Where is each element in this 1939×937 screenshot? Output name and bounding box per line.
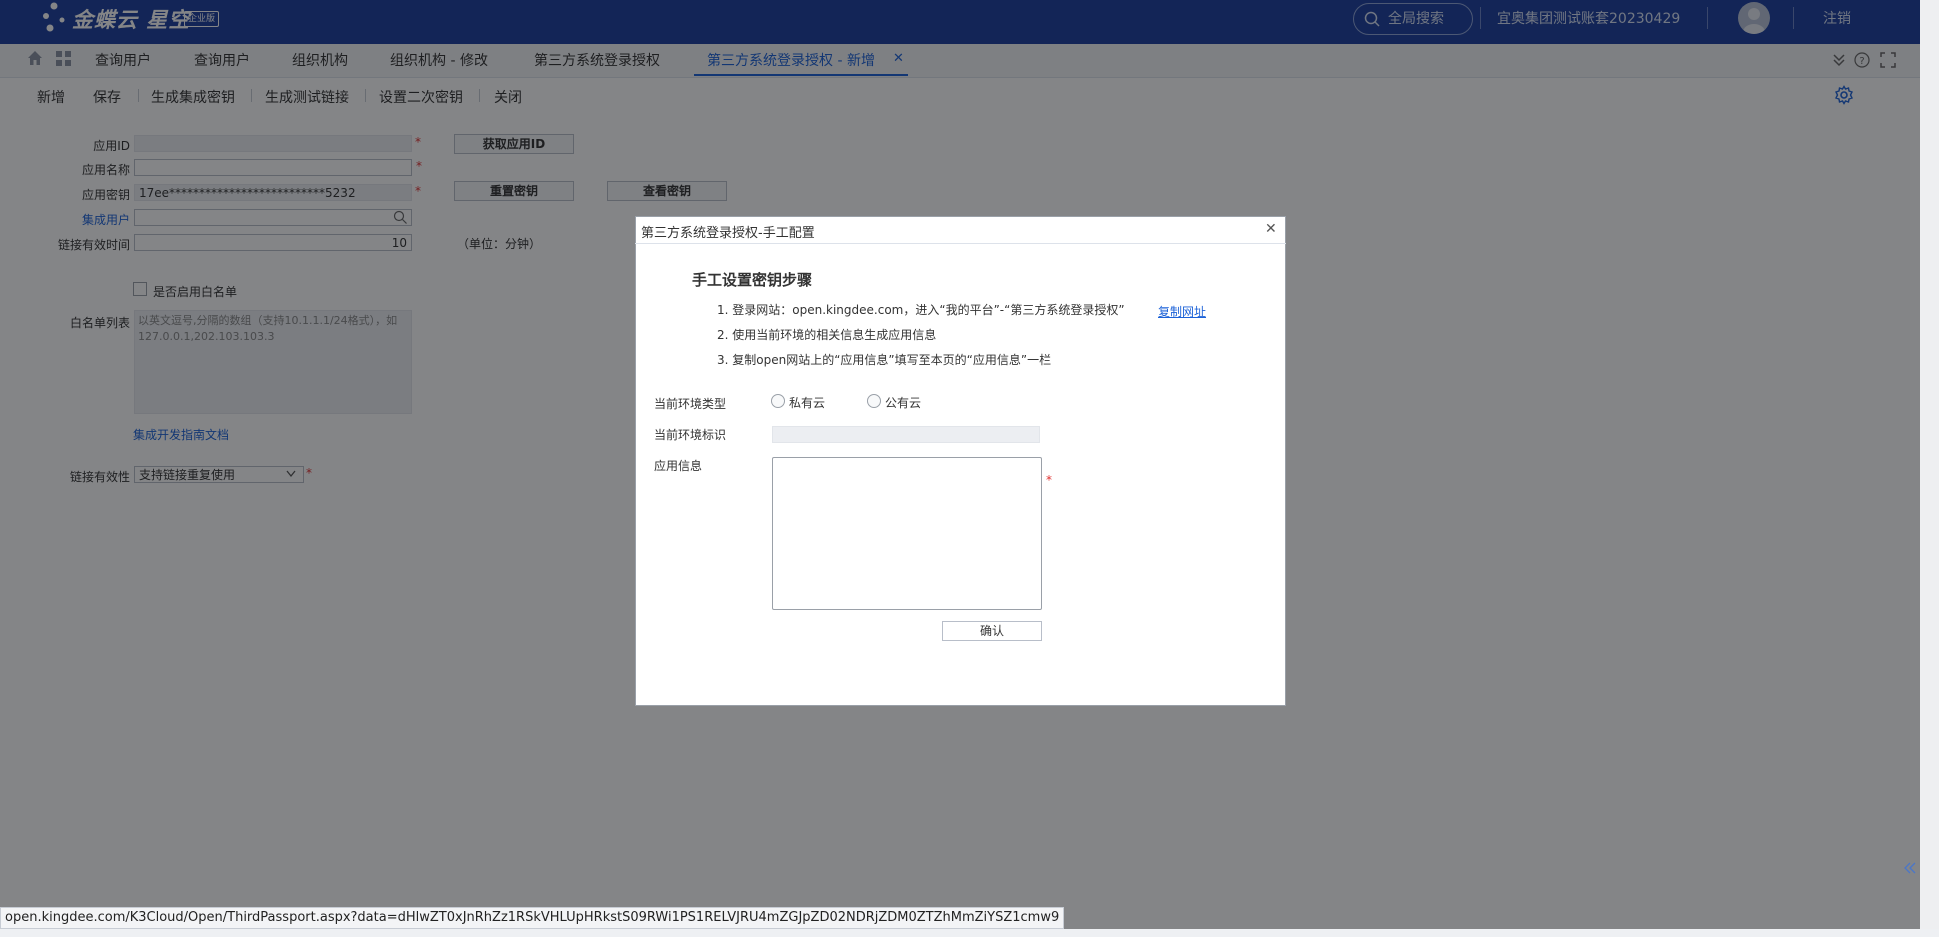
os-taskbar: [0, 929, 1939, 937]
dialog-title: 第三方系统登录授权-手工配置: [641, 226, 815, 241]
confirm-button[interactable]: 确认: [942, 621, 1042, 641]
public-cloud-label: 公有云: [885, 396, 922, 410]
dialog-close-icon[interactable]: ✕: [1265, 221, 1277, 237]
app-info-label: 应用信息: [654, 459, 703, 473]
step-2-text: 2. 使用当前环境的相关信息生成应用信息: [717, 328, 937, 342]
step-1-text: 1. 登录网站：open.kingdee.com，进入“我的平台”-“第三方系统…: [717, 303, 1125, 317]
public-cloud-radio[interactable]: [867, 394, 881, 408]
env-type-label: 当前环境类型: [654, 397, 727, 411]
step-3-text: 3. 复制open网站上的“应用信息”填写至本页的“应用信息”一栏: [717, 353, 1052, 367]
private-cloud-radio[interactable]: [771, 394, 785, 408]
private-cloud-label: 私有云: [789, 396, 826, 410]
env-id-field[interactable]: [772, 426, 1040, 443]
page-scrollbar[interactable]: [1920, 0, 1939, 937]
dialog-title-divider: [635, 243, 1286, 244]
required-mark: *: [1046, 473, 1052, 487]
status-url-bar: open.kingdee.com/K3Cloud/Open/ThirdPassp…: [0, 907, 1065, 929]
expand-panel-icon[interactable]: [1903, 861, 1917, 875]
app-info-textarea[interactable]: [772, 457, 1042, 610]
dialog-heading: 手工设置密钥步骤: [692, 271, 813, 289]
copy-url-link[interactable]: 复制网址: [1158, 303, 1206, 320]
env-id-label: 当前环境标识: [654, 428, 727, 442]
